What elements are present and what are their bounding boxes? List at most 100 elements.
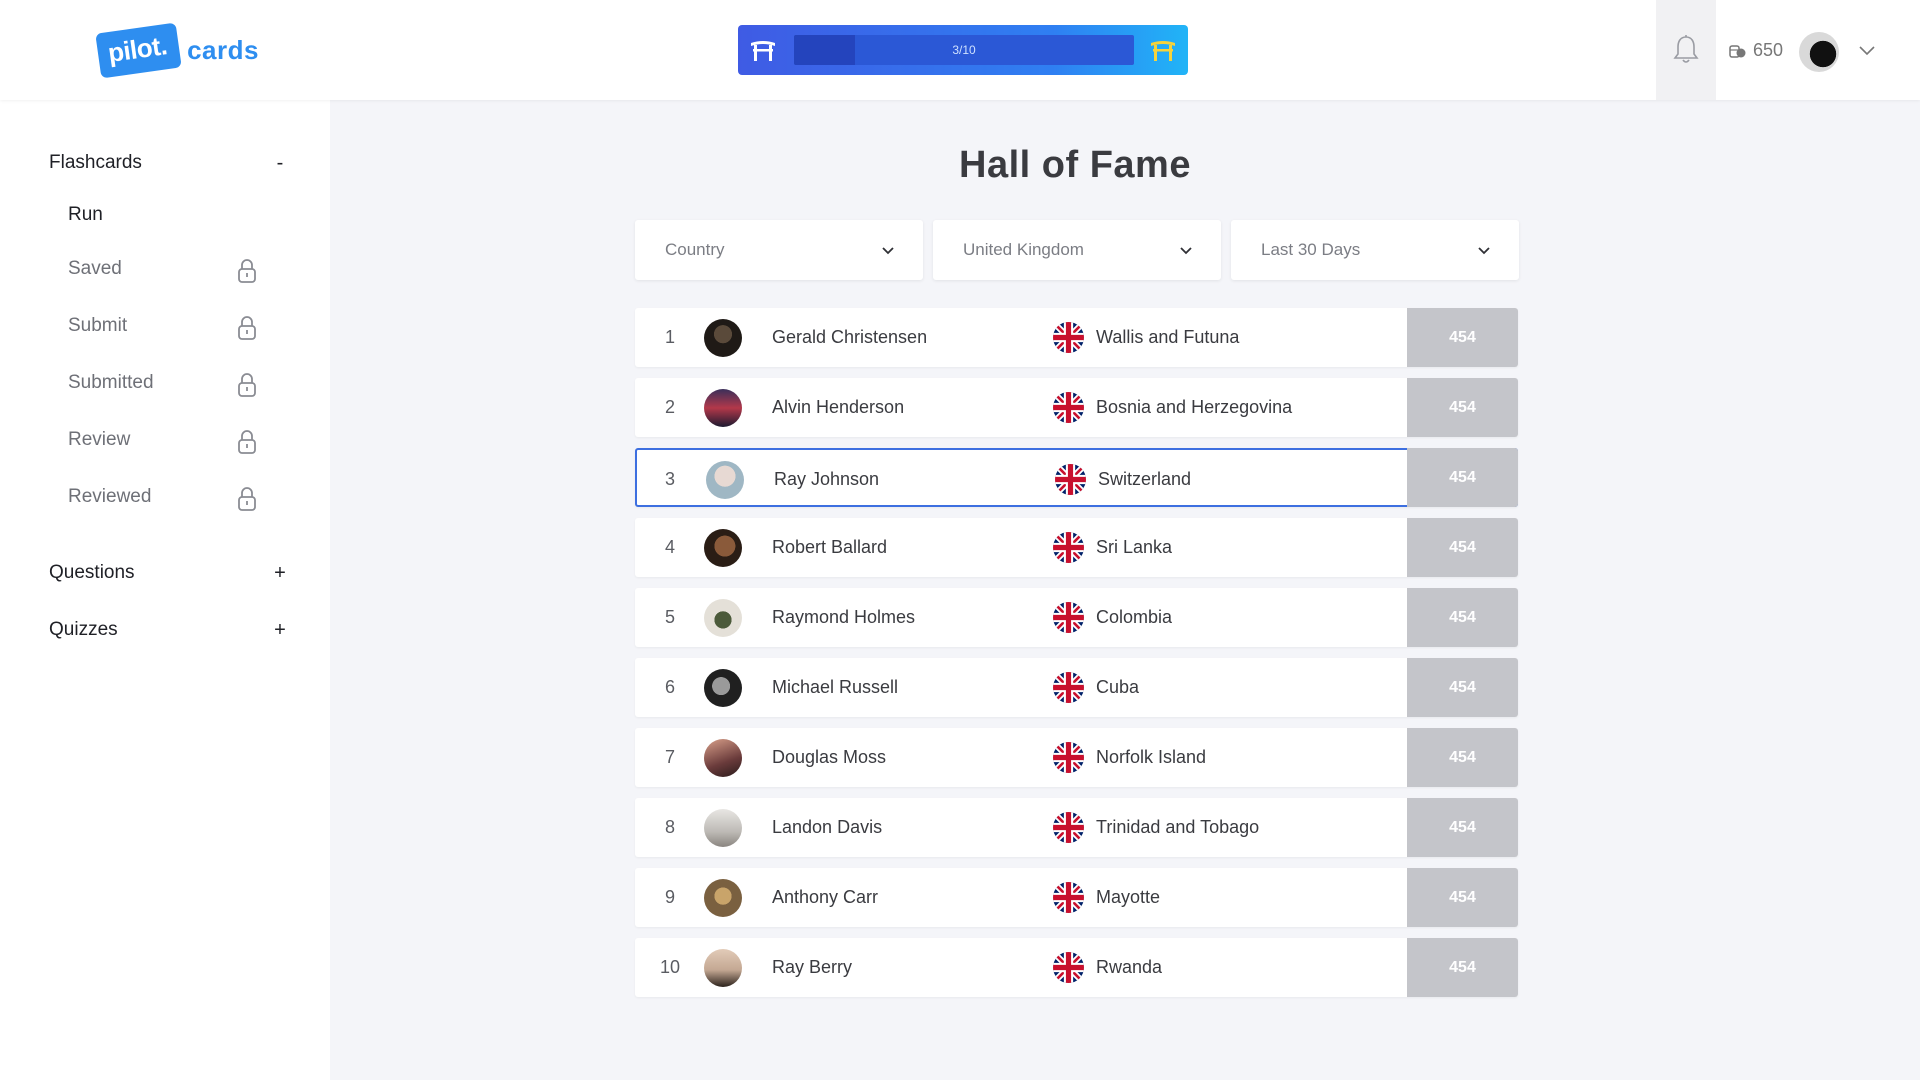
expand-quizzes-toggle[interactable]: + <box>270 619 290 642</box>
filter-type-select[interactable]: Country <box>635 220 923 280</box>
expand-questions-toggle[interactable]: + <box>270 562 290 585</box>
leaderboard-row-8[interactable]: 8 Landon Davis Trinidad and Tobago 454 <box>635 798 1518 857</box>
sidebar-section-quizzes[interactable]: Quizzes <box>49 619 118 641</box>
avatar <box>704 319 742 357</box>
sidebar-item-reviewed[interactable]: Reviewed <box>68 486 151 508</box>
uk-flag-icon <box>1053 322 1084 353</box>
progress-label: 3/10 <box>952 43 976 57</box>
collapse-flashcards-toggle[interactable]: - <box>270 152 290 175</box>
avatar <box>704 809 742 847</box>
sidebar-item-saved[interactable]: Saved <box>68 258 122 280</box>
lock-icon <box>238 373 256 397</box>
player-name: Anthony Carr <box>772 887 879 907</box>
score-badge: 454 <box>1407 378 1518 437</box>
rank-number: 4 <box>664 537 675 557</box>
torii-gate-gold-icon <box>1151 41 1175 61</box>
player-country: Bosnia and Herzegovina <box>1096 397 1293 417</box>
filter-period-select[interactable]: Last 30 Days <box>1231 220 1519 280</box>
rank-number: 2 <box>664 397 675 417</box>
user-avatar[interactable] <box>1799 32 1839 72</box>
rank-number: 10 <box>659 957 681 977</box>
sidebar-item-submitted[interactable]: Submitted <box>68 372 154 394</box>
player-name: Douglas Moss <box>772 747 887 767</box>
leaderboard-row-9[interactable]: 9 Anthony Carr Mayotte 454 <box>635 868 1518 927</box>
player-country: Colombia <box>1096 607 1173 627</box>
filter-country-value: United Kingdom <box>963 240 1084 259</box>
filter-type-value: Country <box>665 240 725 259</box>
avatar <box>704 739 742 777</box>
avatar <box>704 389 742 427</box>
rank-number: 1 <box>664 327 675 347</box>
sidebar-section-flashcards[interactable]: Flashcards <box>49 152 142 174</box>
player-country: Switzerland <box>1098 469 1192 489</box>
player-name: Gerald Christensen <box>772 327 928 347</box>
sidebar-section-questions[interactable]: Questions <box>49 562 135 584</box>
logo-badge: pilot. <box>95 22 182 78</box>
player-name: Raymond Holmes <box>772 607 916 627</box>
score-badge: 454 <box>1407 798 1518 857</box>
sidebar-item-run[interactable]: Run <box>68 204 103 226</box>
player-name: Landon Davis <box>772 817 883 837</box>
leaderboard-row-1[interactable]: 1 Gerald Christensen Wallis and Futuna 4… <box>635 308 1518 367</box>
notifications-button[interactable] <box>1656 0 1716 100</box>
player-name: Michael Russell <box>772 677 899 697</box>
rank-number: 3 <box>664 469 675 489</box>
player-country: Trinidad and Tobago <box>1096 817 1260 837</box>
leaderboard-row-4[interactable]: 4 Robert Ballard Sri Lanka 454 <box>635 518 1518 577</box>
uk-flag-icon <box>1053 952 1084 983</box>
leaderboard-row-7[interactable]: 7 Douglas Moss Norfolk Island 454 <box>635 728 1518 787</box>
coin-count: 650 <box>1753 40 1784 60</box>
uk-flag-icon <box>1053 742 1084 773</box>
bell-icon <box>1673 35 1699 63</box>
page-title: Hall of Fame <box>959 144 1191 186</box>
coin-balance: 650 <box>1729 40 1783 61</box>
uk-flag-icon <box>1055 464 1086 495</box>
avatar <box>704 949 742 987</box>
player-name: Ray Berry <box>772 957 853 977</box>
uk-flag-icon <box>1053 812 1084 843</box>
lock-icon <box>238 259 256 283</box>
player-country: Sri Lanka <box>1096 537 1173 557</box>
avatar <box>704 599 742 637</box>
player-country: Mayotte <box>1096 887 1161 907</box>
progress-track: 3/10 <box>794 35 1134 65</box>
logo-text: cards <box>187 34 259 65</box>
rank-number: 9 <box>664 887 675 907</box>
avatar <box>706 461 744 499</box>
uk-flag-icon <box>1053 532 1084 563</box>
player-country: Wallis and Futuna <box>1096 327 1240 347</box>
player-country: Cuba <box>1096 677 1140 697</box>
uk-flag-icon <box>1053 602 1084 633</box>
leaderboard-row-10[interactable]: 10 Ray Berry Rwanda 454 <box>635 938 1518 997</box>
uk-flag-icon <box>1053 672 1084 703</box>
player-country: Norfolk Island <box>1096 747 1207 767</box>
chevron-down-icon[interactable] <box>1858 42 1876 60</box>
chevron-down-icon <box>882 247 894 255</box>
score-badge: 454 <box>1407 938 1518 997</box>
sidebar: Flashcards - Run Saved Submit Submitted … <box>0 100 330 1080</box>
lock-icon <box>238 316 256 340</box>
leaderboard-row-6[interactable]: 6 Michael Russell Cuba 454 <box>635 658 1518 717</box>
sidebar-item-review[interactable]: Review <box>68 429 130 451</box>
score-badge: 454 <box>1407 868 1518 927</box>
score-badge: 454 <box>1407 518 1518 577</box>
filter-country-select[interactable]: United Kingdom <box>933 220 1221 280</box>
chevron-down-icon <box>1180 247 1192 255</box>
score-badge: 454 <box>1407 728 1518 787</box>
logo[interactable]: pilot. cards <box>95 22 259 78</box>
leaderboard-row-3[interactable]: 3 Ray Johnson Switzerland 454 <box>635 448 1518 507</box>
rank-number: 6 <box>664 677 675 697</box>
score-badge: 454 <box>1407 588 1518 647</box>
leaderboard-row-5[interactable]: 5 Raymond Holmes Colombia 454 <box>635 588 1518 647</box>
player-name: Alvin Henderson <box>772 397 905 417</box>
leaderboard-row-2[interactable]: 2 Alvin Henderson Bosnia and Herzegovina… <box>635 378 1518 437</box>
avatar <box>704 669 742 707</box>
lock-icon <box>238 487 256 511</box>
player-country: Rwanda <box>1096 957 1163 977</box>
sidebar-item-submit[interactable]: Submit <box>68 315 127 337</box>
player-name: Ray Johnson <box>774 469 880 489</box>
rank-number: 7 <box>664 747 675 767</box>
torii-gate-icon <box>751 41 775 61</box>
progress-bar: 3/10 <box>738 25 1188 75</box>
rank-number: 5 <box>664 607 675 627</box>
